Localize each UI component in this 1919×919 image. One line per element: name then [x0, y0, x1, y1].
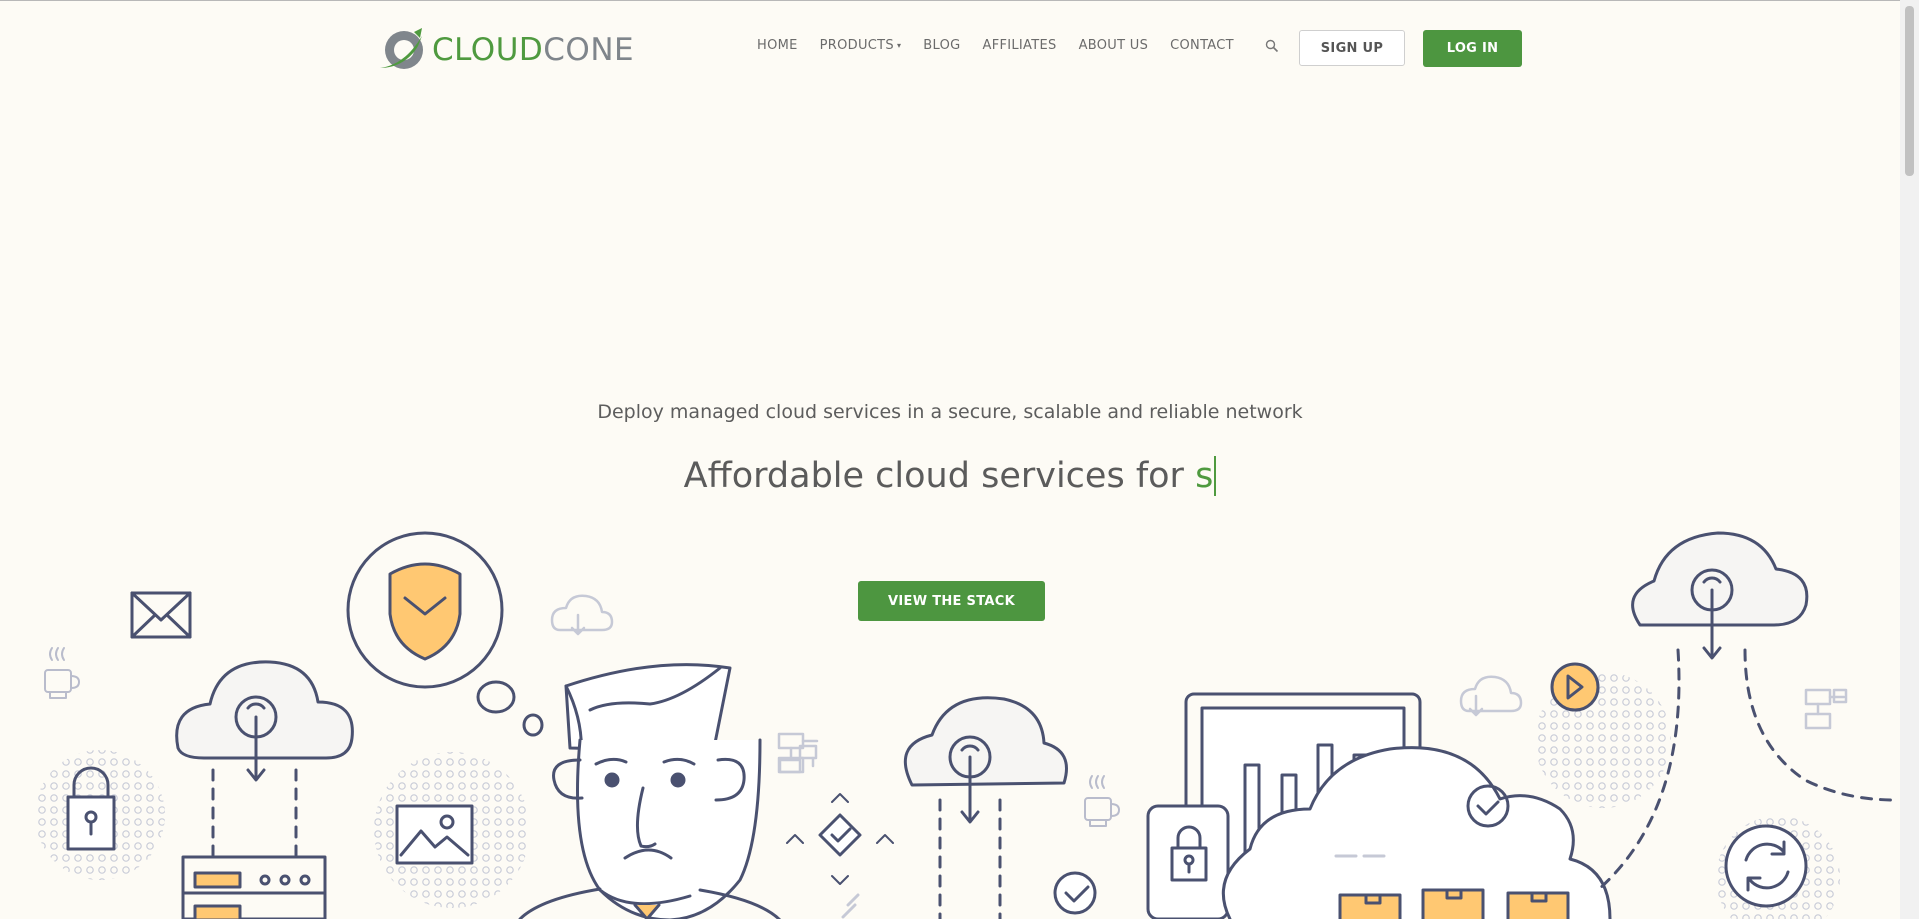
cloudcone-logo-icon — [380, 28, 423, 69]
site-header: CLOUDCONE HOME PRODUCTS ▾ BLOG AFFILIATES… — [0, 0, 1900, 96]
nav-products-label: PRODUCTS — [819, 38, 894, 53]
hero-illustration — [35, 531, 1897, 919]
nav-blog[interactable]: BLOG — [923, 38, 960, 53]
login-button[interactable]: LOG IN — [1423, 30, 1522, 67]
logo-text: CLOUDCONE — [432, 32, 635, 68]
nav-affiliates[interactable]: AFFILIATES — [983, 38, 1057, 53]
logo[interactable]: CLOUDCONE — [378, 26, 634, 74]
signup-button[interactable]: SIGN UP — [1299, 30, 1405, 66]
chevron-down-icon: ▾ — [896, 41, 902, 50]
main-nav: HOME PRODUCTS ▾ BLOG AFFILIATES ABOUT US … — [757, 38, 1256, 53]
nav-products[interactable]: PRODUCTS ▾ — [820, 38, 902, 53]
typed-text: s — [1195, 456, 1217, 496]
hero-tagline: Deploy managed cloud services in a secur… — [597, 401, 1303, 423]
envelope-icon — [130, 591, 192, 639]
scrollbar-thumb[interactable] — [1905, 6, 1914, 176]
search-icon[interactable] — [1265, 39, 1279, 53]
view-stack-button[interactable]: VIEW THE STACK — [858, 581, 1045, 621]
hero-headline: Affordable cloud services for s — [0, 456, 1900, 496]
nav-contact[interactable]: CONTACT — [1170, 38, 1234, 53]
nav-about-us[interactable]: ABOUT US — [1079, 38, 1149, 53]
nav-home[interactable]: HOME — [757, 38, 798, 53]
hero-headline-text: Affordable cloud services for — [683, 456, 1196, 496]
